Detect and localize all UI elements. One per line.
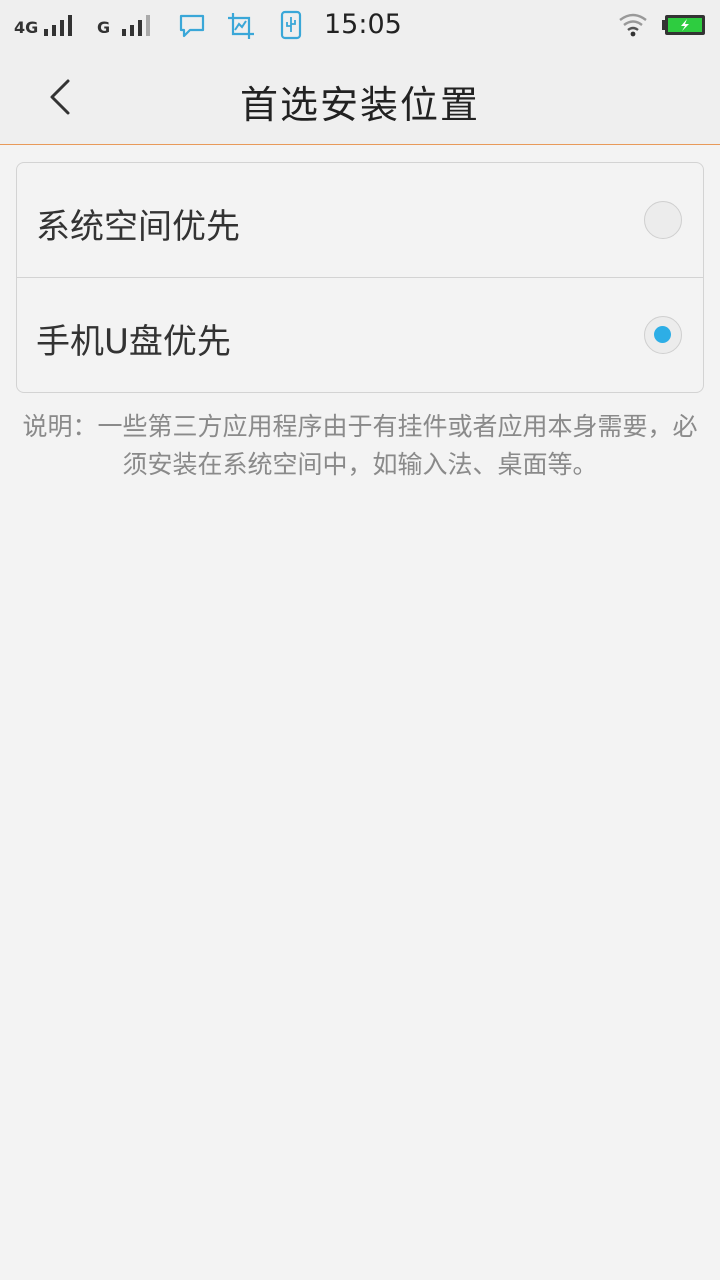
screenshot-icon bbox=[228, 13, 254, 39]
status-time: 15:05 bbox=[324, 9, 402, 40]
network-type-label-1: 4G bbox=[14, 18, 39, 37]
radio-button-unchecked[interactable] bbox=[644, 201, 682, 239]
option-label: 手机U盘优先 bbox=[36, 322, 231, 362]
radio-button-checked[interactable] bbox=[644, 316, 682, 354]
network-type-label-2: G bbox=[97, 18, 111, 37]
install-location-options: 系统空间优先 手机U盘优先 bbox=[16, 162, 704, 393]
chevron-left-icon bbox=[50, 79, 70, 115]
wifi-icon bbox=[619, 13, 647, 37]
back-button[interactable] bbox=[36, 72, 86, 122]
battery-charging-icon bbox=[662, 15, 705, 35]
usb-icon bbox=[280, 10, 302, 40]
message-icon bbox=[179, 14, 205, 38]
option-system-space[interactable]: 系统空间优先 bbox=[17, 163, 703, 278]
option-label: 系统空间优先 bbox=[36, 207, 240, 247]
signal-icon bbox=[44, 14, 72, 36]
explanation-note: 说明：一些第三方应用程序由于有挂件或者应用本身需要，必须安装在系统空间中，如输入… bbox=[22, 412, 698, 479]
signal-icon-2 bbox=[122, 14, 150, 36]
page-title: 首选安装位置 bbox=[239, 83, 480, 127]
status-bar: 4G G 15:05 bbox=[0, 0, 720, 52]
app-bar: 首选安装位置 bbox=[0, 52, 720, 145]
option-phone-udisk[interactable]: 手机U盘优先 bbox=[17, 278, 703, 393]
